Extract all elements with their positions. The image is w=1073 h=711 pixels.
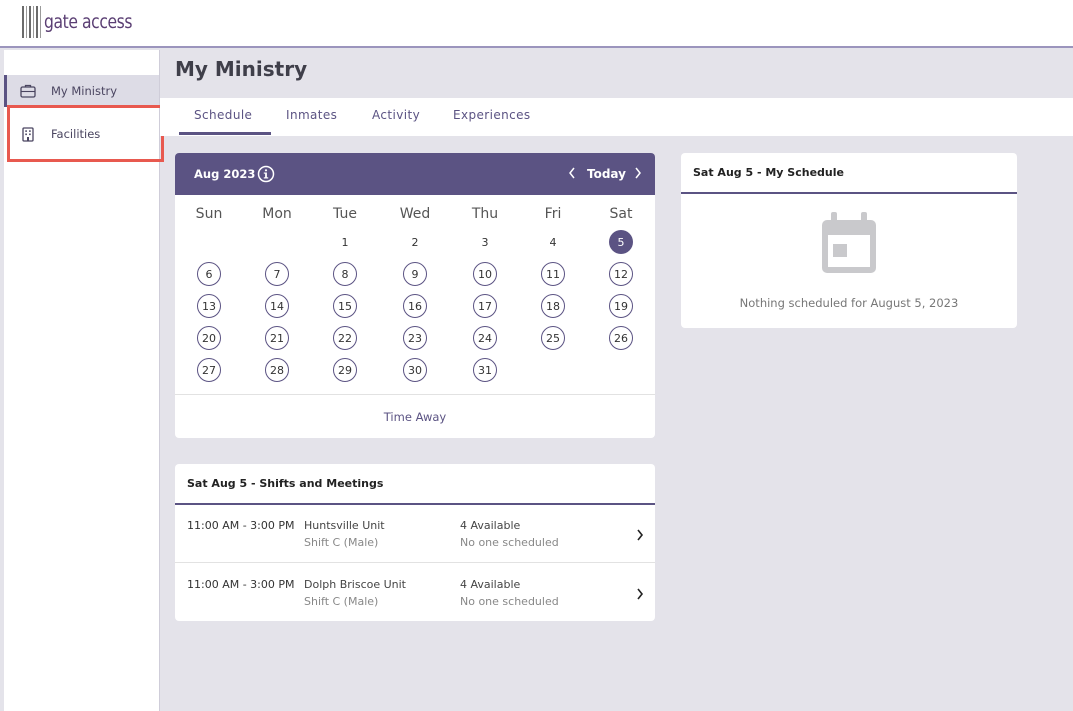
tab-bar: Schedule Inmates Activity Experiences [160,98,1073,136]
shift-scheduled-status: No one scheduled [460,595,559,608]
shift-availability: 4 Available [460,578,521,591]
calendar-day[interactable]: 16 [403,294,427,318]
calendar-day[interactable]: 7 [265,262,289,286]
logo-text: gate access [44,11,133,33]
shift-row[interactable]: 11:00 AM - 3:00 PM Dolph Briscoe Unit Sh… [175,564,655,622]
calendar-day-selected[interactable]: 5 [609,230,633,254]
divider [681,192,1017,194]
calendar-day[interactable]: 27 [197,358,221,382]
calendar-day[interactable]: 12 [609,262,633,286]
weekday-header: Mon [262,206,292,222]
calendar-day[interactable]: 22 [333,326,357,350]
shift-name: Shift C (Male) [304,595,379,608]
sidebar: My Ministry Facilities [0,50,164,711]
sidebar-item-my-ministry[interactable]: My Ministry [4,75,159,107]
info-icon[interactable] [257,165,275,183]
calendar-day[interactable]: 31 [473,358,497,382]
calendar-month-label: Aug 2023 [194,167,256,181]
briefcase-icon [20,83,36,99]
calendar-day[interactable]: 2 [403,230,427,254]
tab-activity[interactable]: Activity [372,108,420,122]
calendar-day[interactable]: 28 [265,358,289,382]
weekday-header: Wed [399,206,431,222]
calendar-day[interactable]: 4 [541,230,565,254]
shift-time: 11:00 AM - 3:00 PM [187,578,295,591]
tab-experiences[interactable]: Experiences [453,108,531,122]
page-title: My Ministry [175,57,308,81]
chevron-right-icon[interactable] [633,166,643,180]
calendar-day[interactable]: 26 [609,326,633,350]
calendar-day[interactable]: 9 [403,262,427,286]
chevron-right-icon[interactable] [635,527,645,541]
shift-unit: Huntsville Unit [304,519,385,532]
shifts-card: Sat Aug 5 - Shifts and Meetings 11:00 AM… [175,464,655,621]
sidebar-item-facilities[interactable]: Facilities [4,118,159,150]
tab-inmates[interactable]: Inmates [286,108,337,122]
calendar-day[interactable]: 13 [197,294,221,318]
calendar-day[interactable]: 30 [403,358,427,382]
sidebar-item-label: Facilities [51,127,101,141]
calendar-day[interactable]: 23 [403,326,427,350]
gate-access-logo[interactable]: gate access [22,6,151,38]
my-schedule-card: Sat Aug 5 - My Schedule Nothing schedule… [681,153,1017,328]
chevron-left-icon[interactable] [567,166,577,180]
calendar-day[interactable]: 24 [473,326,497,350]
time-away-link[interactable]: Time Away [175,394,655,438]
calendar-day[interactable]: 6 [197,262,221,286]
shift-availability: 4 Available [460,519,521,532]
tab-schedule[interactable]: Schedule [194,108,252,122]
calendar-day[interactable]: 20 [197,326,221,350]
shifts-title: Sat Aug 5 - Shifts and Meetings [187,477,384,490]
calendar-icon [820,211,878,275]
calendar-card: Aug 2023 Today Sun Mon Tue Wed Thu Fri Sat 1 2 3 4… [175,153,655,438]
calendar-day[interactable]: 11 [541,262,565,286]
calendar-day[interactable]: 10 [473,262,497,286]
shift-time: 11:00 AM - 3:00 PM [187,519,295,532]
shift-name: Shift C (Male) [304,536,379,549]
my-schedule-title: Sat Aug 5 - My Schedule [693,166,844,179]
top-bar: gate access [0,0,1073,48]
calendar-day[interactable]: 18 [541,294,565,318]
shift-scheduled-status: No one scheduled [460,536,559,549]
shift-unit: Dolph Briscoe Unit [304,578,406,591]
calendar-day[interactable]: 3 [473,230,497,254]
weekday-header: Fri [544,206,562,222]
calendar-day[interactable]: 1 [333,230,357,254]
shift-row[interactable]: 11:00 AM - 3:00 PM Huntsville Unit Shift… [175,505,655,563]
calendar-header: Aug 2023 Today [175,153,655,195]
weekday-header: Sun [195,206,223,222]
weekday-header: Tue [333,206,357,222]
empty-schedule-text: Nothing scheduled for August 5, 2023 [739,296,959,310]
calendar-day[interactable]: 29 [333,358,357,382]
chevron-right-icon[interactable] [635,586,645,600]
calendar-day[interactable]: 21 [265,326,289,350]
weekday-header: Sat [609,206,633,222]
building-icon [20,126,36,142]
today-button[interactable]: Today [587,167,626,181]
calendar-day[interactable]: 17 [473,294,497,318]
weekday-header: Thu [471,206,499,222]
calendar-day[interactable]: 19 [609,294,633,318]
calendar-day[interactable]: 15 [333,294,357,318]
active-tab-indicator [179,132,271,135]
calendar-day[interactable]: 25 [541,326,565,350]
calendar-day[interactable]: 14 [265,294,289,318]
sidebar-item-label: My Ministry [51,84,118,98]
calendar-day[interactable]: 8 [333,262,357,286]
logo-bars-icon [22,6,41,38]
